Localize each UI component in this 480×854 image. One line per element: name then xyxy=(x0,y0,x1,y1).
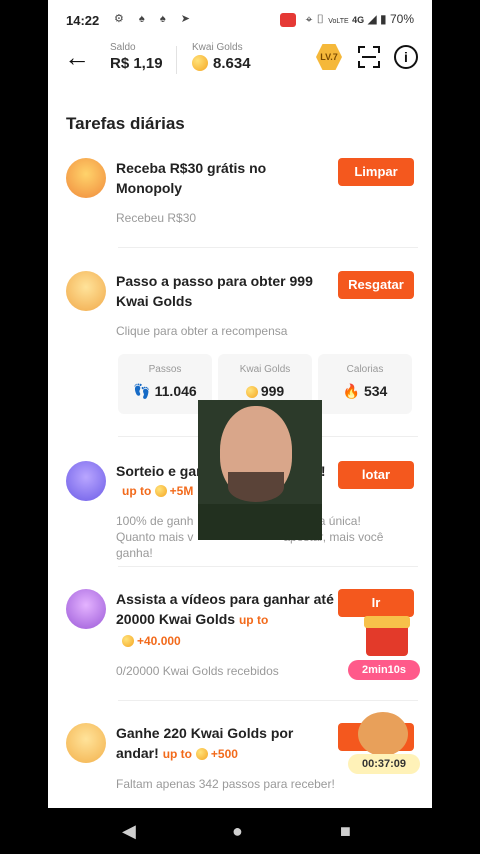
shirt-shape xyxy=(198,504,322,540)
chest-icon[interactable] xyxy=(358,712,408,756)
coin-icon xyxy=(122,635,134,647)
clock: 14:22 xyxy=(66,13,100,28)
treasure-icon xyxy=(66,158,106,198)
task-reward: +40.000 xyxy=(122,633,181,649)
task-subtitle: Faltam apenas 342 passos para receber! xyxy=(116,777,335,791)
subtitle-part: 100% de ganh xyxy=(116,514,194,528)
task-title: Assista a vídeos para ganhar até 20000 K… xyxy=(116,589,336,630)
coin-icon xyxy=(195,748,208,760)
coin-icon xyxy=(245,386,258,398)
stat-label: Passos xyxy=(148,364,182,375)
up-to-label: up to xyxy=(122,484,152,498)
separator xyxy=(118,700,418,701)
clear-button[interactable]: Limpar xyxy=(338,158,414,186)
chest-timer[interactable]: 00:37:09 xyxy=(348,754,420,774)
recents-nav-icon[interactable]: ■ xyxy=(340,821,351,842)
status-right: ⌖ ▯ VoLTE 4G ◢ ▮ 70% xyxy=(280,12,414,27)
up-to-label: up to xyxy=(162,747,193,761)
home-nav-icon[interactable]: ● xyxy=(232,821,243,842)
section-title: Tarefas diárias xyxy=(66,114,185,133)
separator xyxy=(118,247,418,248)
balance-value: R$ 1,19 xyxy=(110,55,163,72)
notification-icons: ⚙ ♠ ♠ ➤ xyxy=(114,13,196,25)
android-nav-bar: ◀ ● ■ xyxy=(0,808,480,854)
task-title: Ganhe 220 Kwai Golds por andar! up to +5… xyxy=(116,723,316,764)
battery-percent: 70% xyxy=(389,12,414,26)
reward-value: +500 xyxy=(210,747,238,761)
task-subtitle: Recebeu R$30 xyxy=(116,211,197,225)
balance-label: Saldo xyxy=(110,42,136,53)
claim-button[interactable]: Resgatar xyxy=(338,271,414,299)
stat-calories: Calorias 🔥 534 xyxy=(318,354,412,414)
webcam-overlay xyxy=(198,400,322,540)
coin-icon xyxy=(154,485,167,497)
stat-value: 999 xyxy=(260,383,285,399)
app-screen: 14:22 ⚙ ♠ ♠ ➤ ⌖ ▯ VoLTE 4G ◢ ▮ 70% ← Sal… xyxy=(48,0,432,808)
separator xyxy=(118,566,418,567)
stat-value: 11.046 xyxy=(154,383,197,399)
status-bar: 14:22 ⚙ ♠ ♠ ➤ ⌖ ▯ VoLTE 4G ◢ ▮ 70% xyxy=(48,0,432,40)
stat-value: 534 xyxy=(363,383,388,399)
footprint-icon: 👣 xyxy=(133,383,151,399)
signal-icon: ◢ xyxy=(367,12,377,26)
lottery-button[interactable]: lotar xyxy=(338,461,414,489)
balance-block[interactable]: Saldo R$ 1,19 xyxy=(110,42,163,72)
divider xyxy=(176,46,177,74)
subtitle-part: Quanto mais v xyxy=(116,530,194,544)
gift-box-lid xyxy=(364,616,410,628)
task-monopoly: Receba R$30 grátis no Monopoly Limpar Re… xyxy=(66,158,416,238)
coin-icon xyxy=(192,55,208,71)
up-to-label: up to xyxy=(238,613,269,627)
back-arrow-icon[interactable]: ← xyxy=(64,44,90,70)
task-title-text: Assista a vídeos para ganhar até 20000 K… xyxy=(116,591,334,627)
task-subtitle: Clique para obter a recompensa xyxy=(116,324,288,338)
phone-video-icon xyxy=(66,589,106,629)
gift-timer[interactable]: 2min10s xyxy=(348,660,420,680)
network-label: 4G xyxy=(352,15,365,25)
beard-shape xyxy=(228,472,284,502)
golds-value: 8.634 xyxy=(213,55,251,72)
runner-icon xyxy=(66,271,106,311)
reward-value: +5M xyxy=(169,484,194,498)
task-subtitle: 0/20000 Kwai Golds recebidos xyxy=(116,664,279,678)
task-steps: Passo a passo para obter 999 Kwai Golds … xyxy=(66,271,416,351)
scan-icon[interactable] xyxy=(358,46,380,68)
golds-block[interactable]: Kwai Golds 8.634 xyxy=(192,42,251,72)
back-nav-icon[interactable]: ◀ xyxy=(122,821,136,842)
task-title: Receba R$30 grátis no Monopoly xyxy=(116,160,267,196)
go-button[interactable]: Ir xyxy=(338,589,414,617)
location-icon: ⌖ xyxy=(305,12,313,26)
top-bar: ← Saldo R$ 1,19 Kwai Golds 8.634 LV.7 i xyxy=(48,40,432,80)
task-reward: up to +5M xyxy=(122,483,193,499)
task-title: Passo a passo para obter 999 Kwai Golds xyxy=(116,273,313,309)
battery-icon: ▮ xyxy=(380,12,387,26)
lottery-icon xyxy=(66,461,106,501)
vibrate-icon: ▯ xyxy=(315,12,325,26)
level-badge[interactable]: LV.7 xyxy=(316,44,342,70)
stat-label: Kwai Golds xyxy=(239,364,291,375)
golds-label: Kwai Golds xyxy=(192,42,243,53)
stat-label: Calorias xyxy=(346,364,384,375)
reward-value: +40.000 xyxy=(137,634,181,648)
record-icon xyxy=(280,12,297,27)
walker-icon xyxy=(66,723,106,763)
flame-icon: 🔥 xyxy=(342,383,361,399)
volte-label: VoLTE xyxy=(328,18,349,25)
info-icon[interactable]: i xyxy=(394,45,418,69)
